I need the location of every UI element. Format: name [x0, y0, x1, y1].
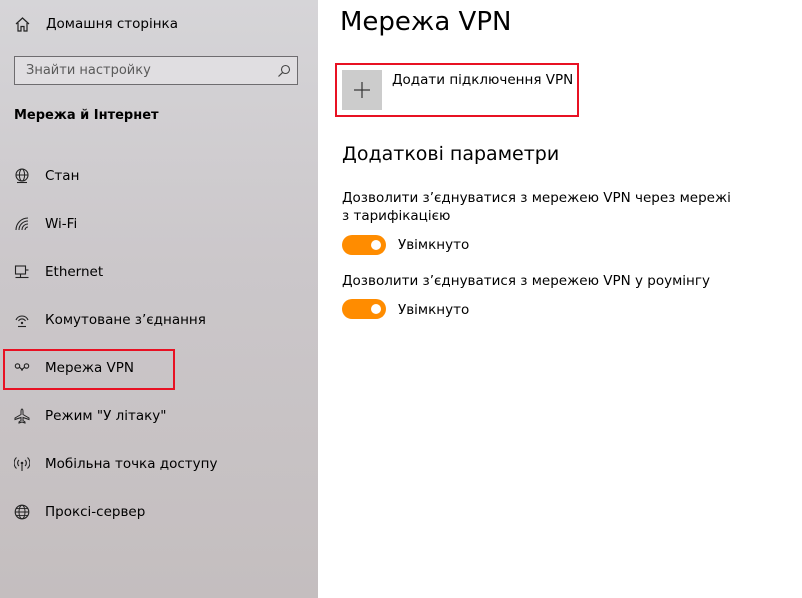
sidebar-item-label: Wi-Fi — [45, 216, 78, 232]
metered-setting-text: Дозволити з’єднуватися з мережею VPN чер… — [342, 190, 731, 224]
add-vpn-button[interactable] — [342, 70, 382, 110]
sidebar-item-vpn[interactable]: Мережа VPN — [14, 356, 134, 380]
sidebar-item-label: Проксі-сервер — [45, 504, 146, 520]
dialup-icon — [14, 312, 30, 328]
sidebar-item-label: Режим "У літаку" — [45, 408, 167, 424]
sidebar-item-ethernet[interactable]: Ethernet — [14, 260, 103, 284]
search-input[interactable] — [26, 63, 266, 78]
add-vpn-label[interactable]: Додати підключення VPN — [392, 72, 573, 88]
toggle-knob — [371, 240, 381, 250]
search-icon[interactable] — [277, 64, 291, 78]
roaming-setting-text: Дозволити з’єднуватися з мережею VPN у р… — [342, 273, 710, 289]
roaming-toggle[interactable] — [342, 299, 386, 319]
sidebar-item-proxy[interactable]: Проксі-сервер — [14, 500, 145, 524]
globe-icon — [14, 504, 30, 520]
ethernet-icon — [14, 264, 30, 280]
section-title: Мережа й Інтернет — [14, 108, 159, 123]
sidebar-item-label: Ethernet — [45, 264, 104, 280]
sidebar-item-dialup[interactable]: Комутоване з’єднання — [14, 308, 206, 332]
sidebar: Домашня сторінка Мережа й Інтернет Стан … — [0, 0, 318, 598]
sidebar-item-label: Стан — [45, 168, 80, 184]
sidebar-item-label: Мобільна точка доступу — [45, 456, 218, 472]
page-title: Мережа VPN — [340, 7, 512, 37]
main-panel — [318, 0, 802, 598]
globe-status-icon — [14, 168, 30, 184]
search-box[interactable] — [14, 56, 298, 85]
sidebar-item-status[interactable]: Стан — [14, 164, 79, 188]
sidebar-item-label: Мережа VPN — [45, 360, 135, 376]
toggle-knob — [371, 304, 381, 314]
sidebar-item-hotspot[interactable]: Мобільна точка доступу — [14, 452, 217, 476]
advanced-options-heading: Додаткові параметри — [342, 143, 560, 165]
wifi-icon — [14, 216, 30, 232]
vpn-icon — [14, 360, 30, 376]
sidebar-item-wifi[interactable]: Wi-Fi — [14, 212, 77, 236]
metered-toggle-label: Увімкнуто — [398, 237, 470, 253]
hotspot-icon — [14, 456, 30, 472]
home-icon — [14, 16, 31, 33]
metered-toggle[interactable] — [342, 235, 386, 255]
airplane-icon — [14, 408, 30, 424]
sidebar-item-airplane-mode[interactable]: Режим "У літаку" — [14, 404, 166, 428]
roaming-toggle-label: Увімкнуто — [398, 302, 470, 318]
home-label: Домашня сторінка — [46, 16, 178, 32]
sidebar-item-label: Комутоване з’єднання — [45, 312, 206, 328]
home-link[interactable]: Домашня сторінка — [14, 13, 178, 35]
plus-icon — [352, 80, 372, 100]
